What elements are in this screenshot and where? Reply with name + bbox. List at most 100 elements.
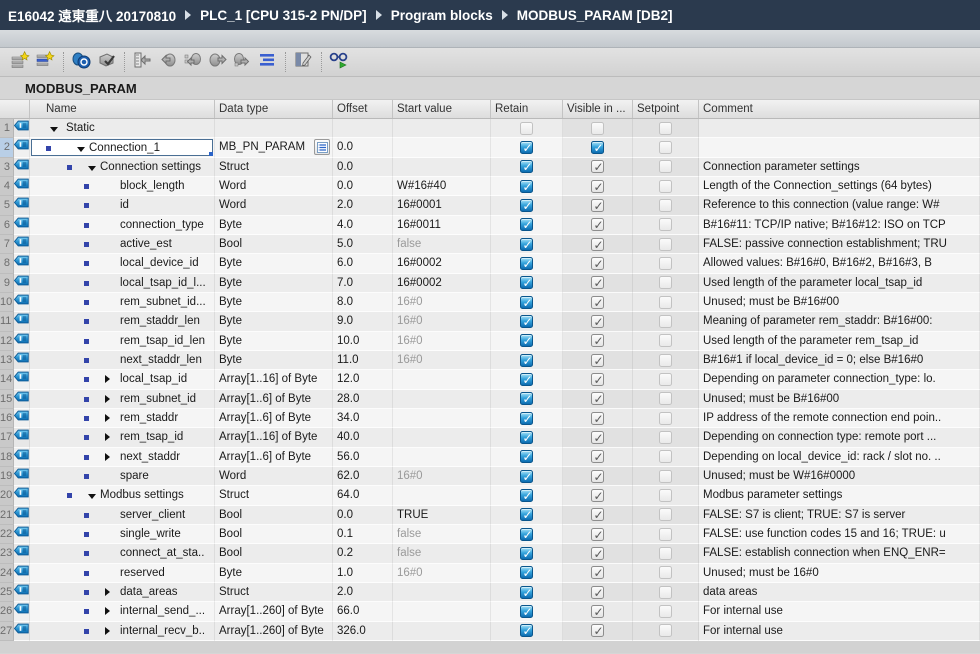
row-number[interactable]: 8: [0, 254, 14, 273]
visible-in-hmi-checkbox[interactable]: [591, 566, 604, 579]
comment-cell[interactable]: B#16#1 if local_device_id = 0; else B#16…: [699, 351, 980, 370]
comment-cell[interactable]: [699, 119, 980, 138]
name-cell[interactable]: local_tsap_id: [30, 370, 215, 389]
row-number[interactable]: 21: [0, 506, 14, 525]
data-type-cell[interactable]: Bool: [215, 235, 333, 254]
name-cell[interactable]: rem_subnet_id...: [30, 293, 215, 312]
data-type-cell[interactable]: Array[1..260] of Byte: [215, 602, 333, 621]
setpoint-checkbox[interactable]: [659, 470, 672, 483]
expander-icon[interactable]: [88, 166, 96, 171]
start-value-cell[interactable]: 16#0002: [393, 254, 491, 273]
row-number[interactable]: 25: [0, 583, 14, 602]
visible-in-hmi-checkbox[interactable]: [591, 257, 604, 270]
data-type-cell[interactable]: Byte: [215, 312, 333, 331]
comment-cell[interactable]: Reference to this connection (value rang…: [699, 196, 980, 215]
comment-cell[interactable]: Depending on connection type: remote por…: [699, 428, 980, 447]
retain-checkbox[interactable]: [520, 624, 533, 637]
retain-checkbox[interactable]: [520, 238, 533, 251]
comment-cell[interactable]: IP address of the remote connection end …: [699, 409, 980, 428]
insert-row-button[interactable]: [8, 50, 32, 74]
start-value-cell[interactable]: TRUE: [393, 506, 491, 525]
data-type-cell[interactable]: Byte: [215, 293, 333, 312]
setpoint-checkbox[interactable]: [659, 296, 672, 309]
setpoint-checkbox[interactable]: [659, 624, 672, 637]
retain-checkbox[interactable]: [520, 354, 533, 367]
row-number[interactable]: 14: [0, 370, 14, 389]
name-cell[interactable]: connection_type: [30, 216, 215, 235]
visible-in-hmi-checkbox[interactable]: [591, 412, 604, 425]
name-cell[interactable]: local_device_id: [30, 254, 215, 273]
start-value-cell[interactable]: [393, 602, 491, 621]
retain-checkbox[interactable]: [520, 141, 533, 154]
start-value-cell[interactable]: false: [393, 235, 491, 254]
retain-checkbox[interactable]: [520, 296, 533, 309]
name-cell[interactable]: Connection settings: [30, 158, 215, 177]
setpoint-checkbox[interactable]: [659, 450, 672, 463]
comment-cell[interactable]: Unused; must be W#16#0000: [699, 467, 980, 486]
monitor-all-button[interactable]: [327, 50, 351, 74]
start-value-cell[interactable]: W#16#40: [393, 177, 491, 196]
start-value-cell[interactable]: [393, 409, 491, 428]
name-cell[interactable]: active_est: [30, 235, 215, 254]
data-type-cell[interactable]: Struct: [215, 158, 333, 177]
visible-in-hmi-checkbox[interactable]: [591, 373, 604, 386]
comment-cell[interactable]: Connection parameter settings: [699, 158, 980, 177]
comment-cell[interactable]: FALSE: establish connection when ENQ_ENR…: [699, 544, 980, 563]
setpoint-checkbox[interactable]: [659, 122, 672, 135]
expander-icon[interactable]: [105, 588, 110, 596]
start-value-cell[interactable]: 16#0011: [393, 216, 491, 235]
name-cell[interactable]: server_client: [30, 506, 215, 525]
comment-cell[interactable]: For internal use: [699, 602, 980, 621]
visible-in-hmi-checkbox[interactable]: [591, 431, 604, 444]
retain-checkbox[interactable]: [520, 392, 533, 405]
data-type-cell[interactable]: Array[1..6] of Byte: [215, 390, 333, 409]
name-cell[interactable]: internal_send_...: [30, 602, 215, 621]
comment-cell[interactable]: Depending on local_device_id: rack / slo…: [699, 448, 980, 467]
row-number[interactable]: 9: [0, 274, 14, 293]
visible-in-hmi-checkbox[interactable]: [591, 605, 604, 618]
visible-in-hmi-checkbox[interactable]: [591, 470, 604, 483]
setpoint-checkbox[interactable]: [659, 586, 672, 599]
setpoint-checkbox[interactable]: [659, 257, 672, 270]
name-cell[interactable]: connect_at_sta..: [30, 544, 215, 563]
comment-cell[interactable]: Allowed values: B#16#0, B#16#2, B#16#3, …: [699, 254, 980, 273]
visible-in-hmi-checkbox[interactable]: [591, 160, 604, 173]
start-value-cell[interactable]: 16#0001: [393, 196, 491, 215]
visible-in-hmi-checkbox[interactable]: [591, 528, 604, 541]
start-value-cell[interactable]: [393, 583, 491, 602]
start-value-cell[interactable]: [393, 370, 491, 389]
comment-cell[interactable]: B#16#11: TCP/IP native; B#16#12: ISO on …: [699, 216, 980, 235]
data-type-cell[interactable]: Array[1..6] of Byte: [215, 448, 333, 467]
start-value-cell[interactable]: [393, 119, 491, 138]
row-number[interactable]: 20: [0, 486, 14, 505]
comment-cell[interactable]: For internal use: [699, 622, 980, 641]
expander-icon[interactable]: [50, 127, 58, 132]
start-value-cell[interactable]: [393, 158, 491, 177]
comment-cell[interactable]: Modbus parameter settings: [699, 486, 980, 505]
load-start-values-left-button[interactable]: [155, 50, 179, 74]
visible-in-hmi-checkbox[interactable]: [591, 141, 604, 154]
start-value-cell[interactable]: [393, 390, 491, 409]
retain-checkbox[interactable]: [520, 586, 533, 599]
row-number[interactable]: 4: [0, 177, 14, 196]
name-cell[interactable]: id: [30, 196, 215, 215]
name-cell[interactable]: next_staddr_len: [30, 351, 215, 370]
name-cell[interactable]: Modbus settings: [30, 486, 215, 505]
start-value-cell[interactable]: [393, 138, 491, 157]
start-value-cell[interactable]: [393, 448, 491, 467]
expander-icon[interactable]: [105, 627, 110, 635]
breadcrumb-item[interactable]: Program blocks: [391, 8, 493, 23]
row-number[interactable]: 13: [0, 351, 14, 370]
visible-in-hmi-checkbox[interactable]: [591, 276, 604, 289]
column-header-retain[interactable]: Retain: [491, 100, 563, 118]
expander-icon[interactable]: [105, 607, 110, 615]
row-number[interactable]: 1: [0, 119, 14, 138]
name-cell[interactable]: data_areas: [30, 583, 215, 602]
column-header-start-value[interactable]: Start value: [393, 100, 491, 118]
name-cell[interactable]: spare: [30, 467, 215, 486]
retain-checkbox[interactable]: [520, 566, 533, 579]
setpoint-checkbox[interactable]: [659, 238, 672, 251]
expander-icon[interactable]: [105, 414, 110, 422]
retain-checkbox[interactable]: [520, 122, 533, 135]
setpoint-checkbox[interactable]: [659, 180, 672, 193]
